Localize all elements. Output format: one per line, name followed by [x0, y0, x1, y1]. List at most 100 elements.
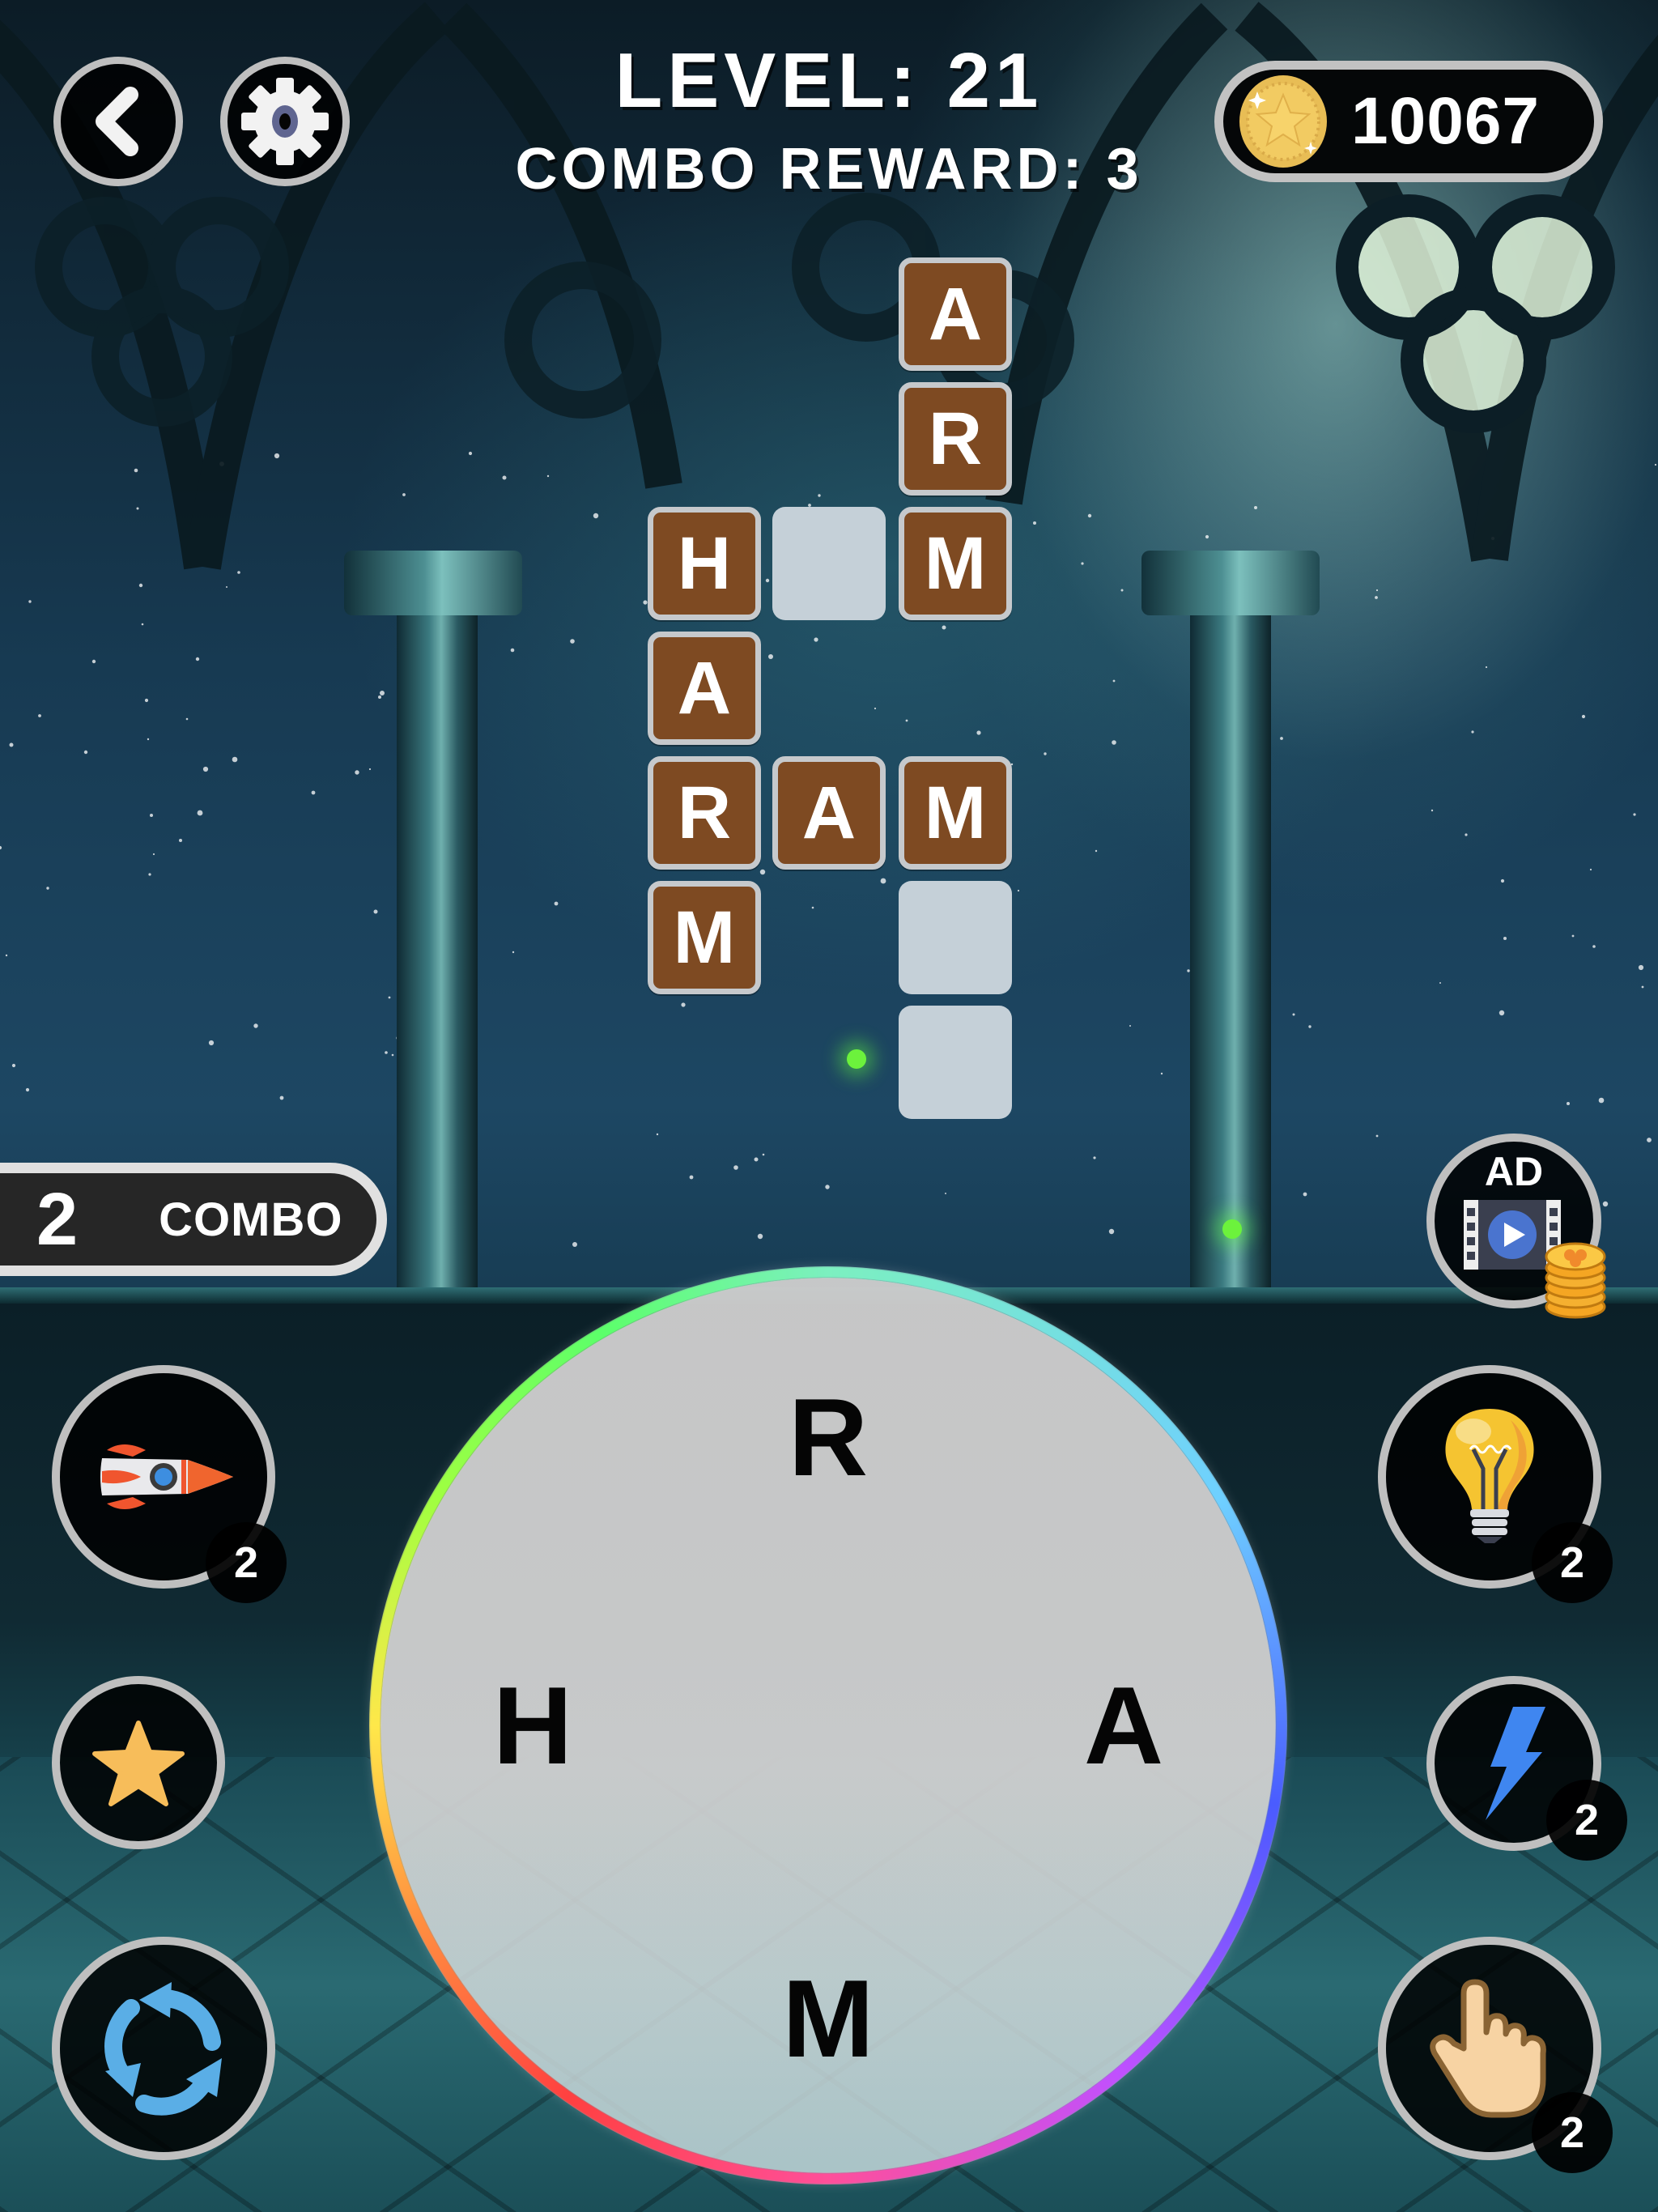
background-star [402, 493, 406, 496]
wheel-letter[interactable]: R [755, 1364, 901, 1510]
background-star [1633, 813, 1636, 816]
ad-label: AD [1484, 1149, 1544, 1194]
background-star [0, 845, 2, 850]
background-star [237, 571, 240, 574]
background-star [147, 738, 150, 741]
background-star [28, 600, 32, 603]
background-star [91, 659, 96, 664]
crossword-tile-revealed: M [899, 756, 1012, 870]
background-star [1638, 964, 1644, 971]
background-star [593, 513, 599, 519]
background-star [656, 1133, 659, 1136]
background-star [274, 453, 280, 459]
background-star [219, 462, 224, 466]
background-star [253, 1023, 258, 1028]
lightning-count-badge: 2 [1546, 1780, 1627, 1861]
background-star [1598, 1097, 1605, 1104]
pointing-hand-icon [1430, 1979, 1546, 2118]
background-star [391, 1053, 394, 1057]
background-star [1581, 714, 1586, 719]
background-star [1108, 1228, 1115, 1235]
background-star [355, 770, 359, 775]
shuffle-button[interactable] [52, 1937, 275, 2160]
background-star [385, 1051, 388, 1054]
background-star [689, 1175, 694, 1180]
background-star [11, 1063, 16, 1068]
background-star [195, 657, 200, 661]
background-star [148, 873, 151, 876]
background-star [1095, 849, 1098, 853]
crossword-tile-revealed: M [899, 507, 1012, 620]
coin-count: 10067 [1351, 84, 1541, 158]
background-star [1499, 1010, 1505, 1016]
pillar-capital-right [1141, 551, 1320, 615]
background-star [232, 756, 238, 763]
background-star [138, 583, 143, 588]
background-star [825, 1185, 830, 1189]
background-star [1439, 982, 1441, 984]
background-star [38, 714, 41, 717]
background-star [1129, 1025, 1131, 1027]
background-star [502, 475, 507, 480]
background-star [1491, 537, 1494, 540]
background-star [1375, 589, 1379, 592]
background-star [152, 853, 155, 856]
rocket-icon [100, 1444, 233, 1509]
crossword-tile-empty [772, 507, 886, 620]
background-star [572, 1242, 577, 1247]
crossword-tile-revealed: A [648, 632, 761, 745]
background-star [25, 1087, 30, 1092]
background-star [570, 639, 575, 644]
background-star [1280, 737, 1283, 740]
background-star [1485, 666, 1488, 669]
crossword-tile-revealed: A [899, 257, 1012, 371]
background-star [811, 906, 814, 909]
background-star [681, 1002, 686, 1007]
finger-reveal-count-badge: 2 [1532, 2092, 1613, 2173]
background-star [510, 648, 515, 653]
background-star [754, 1157, 759, 1162]
background-star [202, 766, 209, 772]
coin-stack-icon [1545, 1242, 1606, 1319]
background-star [5, 954, 8, 957]
background-star [1602, 1201, 1609, 1207]
background-star [814, 637, 818, 642]
background-star [279, 1095, 284, 1100]
wheel-letter[interactable]: A [1051, 1653, 1197, 1798]
background-star [874, 707, 877, 710]
firefly-sparkle [1222, 1219, 1242, 1239]
background-star [765, 578, 770, 583]
background-star [733, 1165, 738, 1170]
background-star [942, 625, 946, 630]
crossword-tile-empty [899, 881, 1012, 994]
background-star [546, 474, 550, 478]
background-star [150, 814, 153, 817]
crossword-tile-revealed: M [648, 881, 761, 994]
wheel-letter[interactable]: H [460, 1653, 606, 1798]
star-button[interactable] [52, 1676, 225, 1849]
background-star [762, 1153, 765, 1156]
background-star [945, 1193, 946, 1194]
background-star [1120, 589, 1124, 592]
background-star [1044, 752, 1047, 755]
pillar-right [1190, 615, 1271, 1295]
background-star [1081, 562, 1084, 565]
crossword-tile-revealed: A [772, 756, 886, 870]
background-star [1112, 679, 1116, 683]
background-star [757, 1233, 763, 1240]
background-star [1112, 740, 1116, 745]
background-star [1087, 513, 1092, 518]
background-star [1205, 534, 1209, 539]
background-star [1589, 868, 1592, 871]
background-star [1571, 934, 1575, 938]
background-star [976, 730, 981, 735]
background-star [643, 600, 648, 605]
coin-balance[interactable]: 10067 [1214, 61, 1603, 182]
background-star [468, 451, 473, 456]
background-star [368, 768, 372, 771]
background-star [1647, 1138, 1652, 1142]
wheel-letter[interactable]: M [755, 1946, 901, 2091]
background-star [1303, 1192, 1307, 1197]
background-star [9, 742, 14, 747]
background-star [1471, 730, 1474, 734]
